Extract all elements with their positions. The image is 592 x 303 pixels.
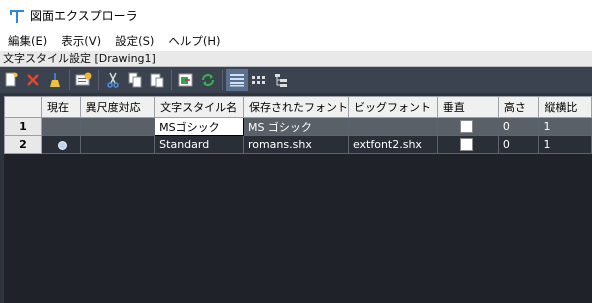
row-number[interactable]: 2 [3, 135, 43, 154]
cell-saved-font[interactable]: romans.shx [242, 135, 349, 154]
header-current[interactable]: 現在 [41, 96, 81, 118]
window-title: 図面エクスプローラ [30, 9, 138, 23]
vertical-checkbox[interactable] [459, 120, 473, 134]
text-style-grid: 現在 異尺度対応 文字スタイル名 保存されたフォント ビッグフォント 垂直 高さ… [3, 96, 592, 303]
set-current-icon[interactable] [73, 69, 95, 91]
header-big-font[interactable]: ビッグフォント [347, 96, 438, 118]
menu-bar: 編集(E) 表示(V) 設定(S) ヘルプ(H) [0, 31, 592, 51]
cell-width-factor[interactable]: 1 [538, 117, 592, 136]
cut-icon[interactable] [102, 69, 124, 91]
app-icon [9, 8, 25, 24]
toolbar [0, 67, 592, 93]
header-style-name[interactable]: 文字スタイル名 [154, 96, 244, 118]
cell-annotative[interactable] [79, 117, 156, 136]
header-saved-font[interactable]: 保存されたフォント [242, 96, 349, 118]
title-bar: 図面エクスプローラ [0, 0, 592, 31]
toolbar-separator [98, 70, 99, 90]
cell-vertical[interactable] [436, 135, 499, 154]
text-style-table: 現在 異尺度対応 文字スタイル名 保存されたフォント ビッグフォント 垂直 高さ… [3, 96, 592, 154]
cell-style-name[interactable]: Standard [154, 135, 244, 154]
import-icon[interactable] [175, 69, 197, 91]
cell-saved-font[interactable]: MS ゴシック [242, 117, 349, 136]
header-vertical[interactable]: 垂直 [436, 96, 499, 118]
table-header-row: 現在 異尺度対応 文字スタイル名 保存されたフォント ビッグフォント 垂直 高さ… [3, 96, 592, 118]
cell-style-name-editor[interactable]: MSゴシック [154, 117, 244, 136]
delete-icon[interactable] [22, 69, 44, 91]
header-height[interactable]: 高さ [497, 96, 540, 118]
cell-current[interactable] [41, 135, 81, 154]
header-corner[interactable] [3, 96, 43, 118]
large-icons-view-icon[interactable] [226, 69, 248, 91]
menu-edit[interactable]: 編集(E) [0, 31, 53, 51]
cell-current[interactable] [41, 117, 81, 136]
refresh-icon[interactable] [197, 69, 219, 91]
table-row[interactable]: 1 MSゴシック MS ゴシック 0 1 [3, 117, 592, 136]
menu-help[interactable]: ヘルプ(H) [160, 31, 226, 51]
toolbar-separator [69, 70, 70, 90]
row-number[interactable]: 1 [3, 117, 43, 136]
copy-icon[interactable] [124, 69, 146, 91]
toolbar-separator [171, 70, 172, 90]
cell-big-font[interactable]: extfont2.shx [347, 135, 438, 154]
current-indicator-icon [58, 140, 68, 150]
menu-settings[interactable]: 設定(S) [107, 31, 160, 51]
cell-annotative[interactable] [79, 135, 156, 154]
toolbar-separator [222, 70, 223, 90]
header-annotative[interactable]: 異尺度対応 [79, 96, 156, 118]
cell-height[interactable]: 0 [497, 117, 540, 136]
cell-big-font[interactable] [347, 117, 438, 136]
panel-title: 文字スタイル設定 [Drawing1] [0, 51, 592, 67]
tree-view-icon[interactable] [270, 69, 292, 91]
vertical-checkbox[interactable] [459, 138, 473, 152]
header-width-factor[interactable]: 縦横比 [538, 96, 592, 118]
cell-vertical[interactable] [436, 117, 499, 136]
purge-icon[interactable] [44, 69, 66, 91]
table-row[interactable]: 2 Standard romans.shx extfont2.shx 0 1 [3, 135, 592, 154]
cell-height[interactable]: 0 [497, 135, 540, 154]
paste-icon[interactable] [146, 69, 168, 91]
new-icon[interactable] [0, 69, 22, 91]
cell-width-factor[interactable]: 1 [538, 135, 592, 154]
menu-view[interactable]: 表示(V) [53, 31, 107, 51]
small-icons-view-icon[interactable] [248, 69, 270, 91]
